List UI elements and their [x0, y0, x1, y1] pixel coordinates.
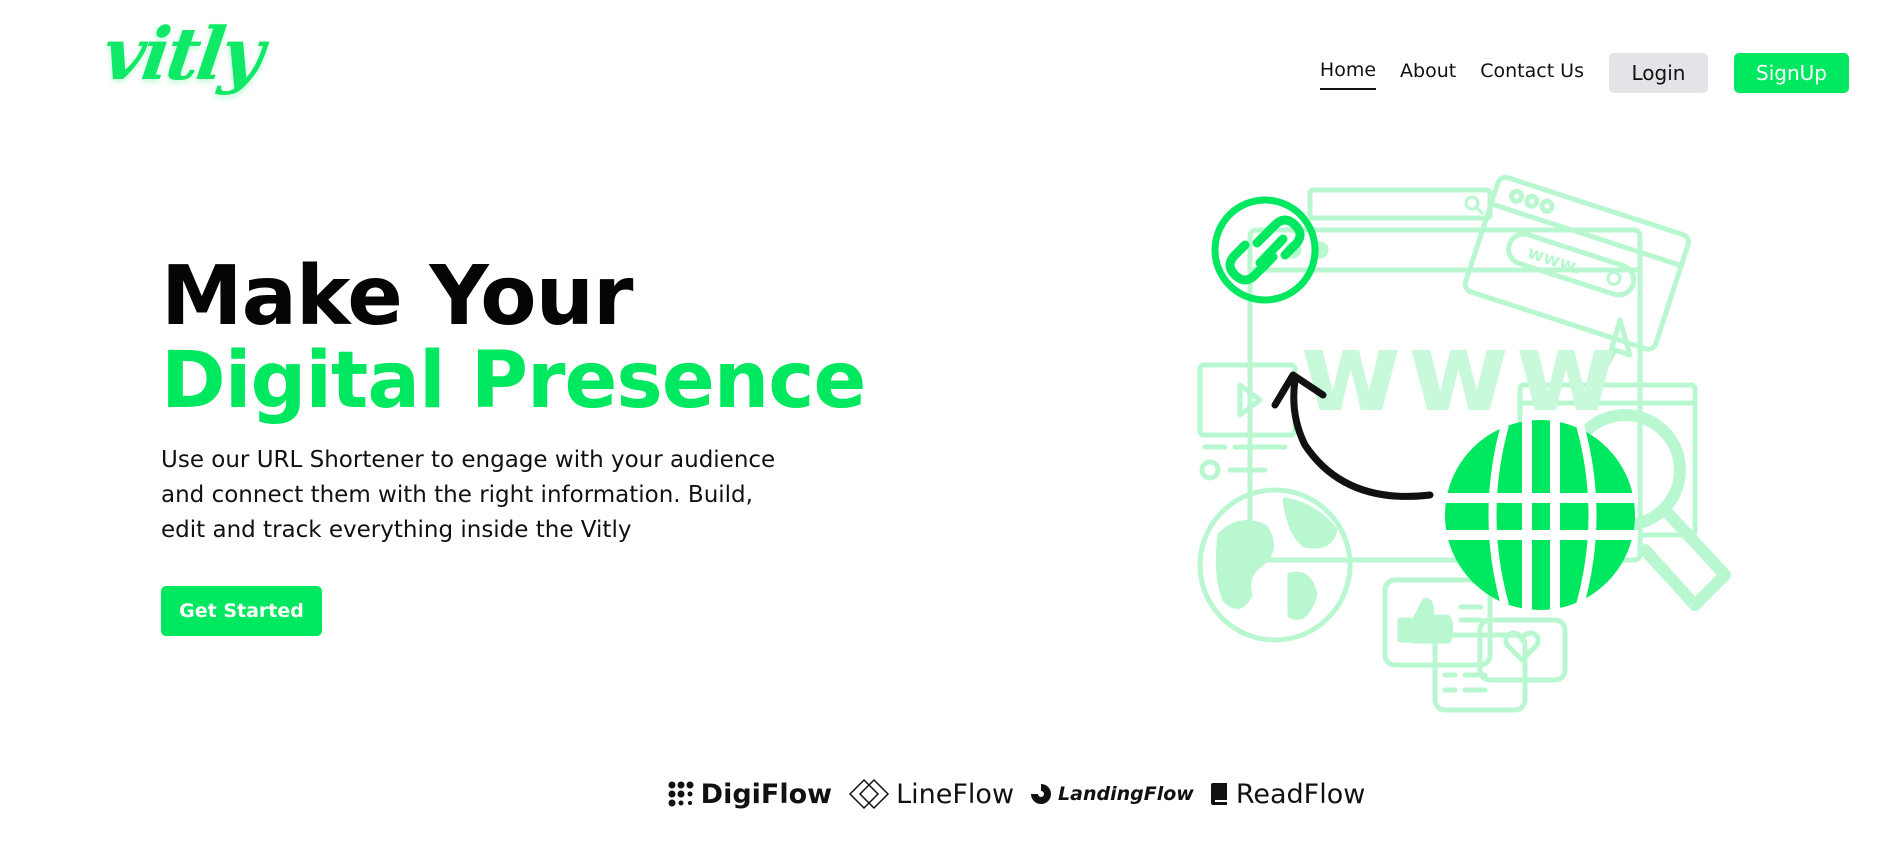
partner-landingflow: LandingFlow [1030, 783, 1194, 805]
url-shortener-illustration: www. www [1197, 174, 1731, 713]
partner-name: DigiFlow [700, 778, 833, 810]
partner-readflow: ReadFlow [1210, 779, 1365, 810]
hero-title-line2: Digital Presence [161, 336, 866, 426]
partner-logos: DigiFlow LineFlow LandingFlow ReadFlow [0, 778, 1897, 810]
nav-about-link[interactable]: About [1400, 57, 1456, 89]
lineflow-diamond-icon [849, 778, 890, 810]
signup-button[interactable]: SignUp [1734, 53, 1849, 93]
readflow-book-icon [1210, 783, 1227, 805]
logo-text: vitly [98, 11, 267, 96]
get-started-button[interactable]: Get Started [161, 586, 322, 636]
login-button[interactable]: Login [1609, 53, 1708, 93]
hero-title: Make Your Digital Presence [161, 249, 866, 426]
digiflow-dots-icon [668, 781, 694, 807]
vitly-logo[interactable]: vitly [98, 11, 267, 113]
partner-name: ReadFlow [1235, 778, 1366, 810]
nav-home-link[interactable]: Home [1319, 56, 1377, 90]
main-nav: Home About Contact Us Login SignUp [1319, 53, 1849, 93]
hero-section: Make Your Digital Presence Use our URL S… [161, 249, 866, 636]
partner-name: LandingFlow [1058, 783, 1194, 805]
search-bar-graphic [1307, 187, 1493, 221]
hero-description: Use our URL Shortener to engage with you… [161, 447, 776, 543]
hero-title-line1: Make Your [161, 249, 633, 344]
www-text: www [1300, 308, 1623, 436]
partner-digiflow: DigiFlow [667, 779, 832, 810]
partner-name: LineFlow [896, 778, 1015, 810]
globe-icon [1443, 417, 1638, 612]
partner-lineflow: LineFlow [848, 778, 1014, 810]
landingflow-swirl-icon [1031, 784, 1052, 804]
nav-contact-link[interactable]: Contact Us [1480, 57, 1584, 89]
